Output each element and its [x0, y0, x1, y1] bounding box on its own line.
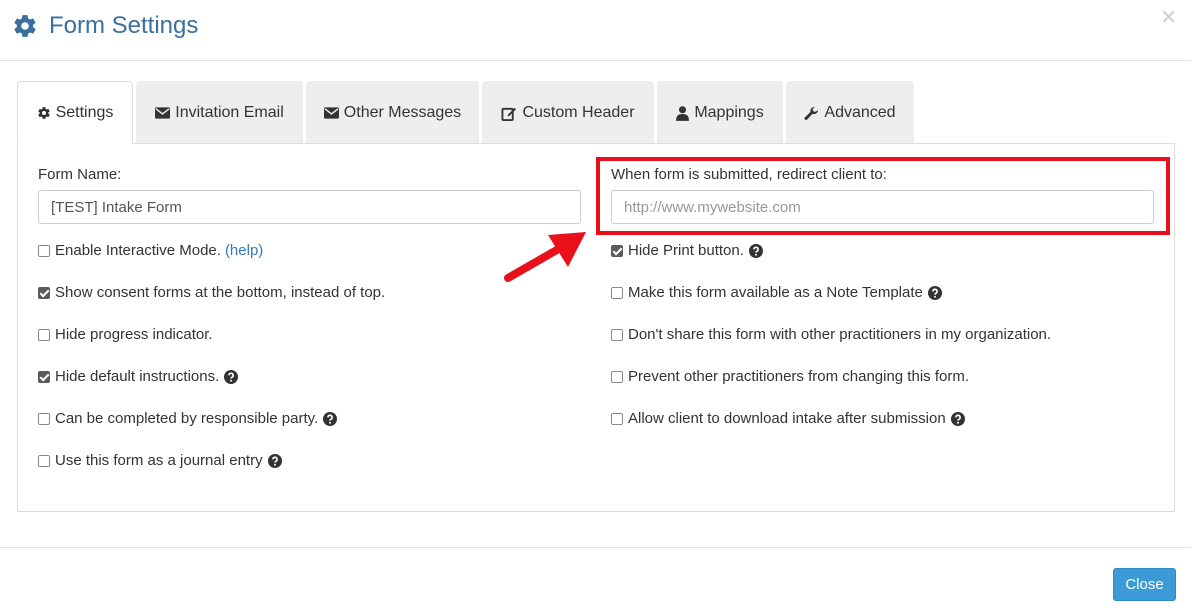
option-responsible-party: Can be completed by responsible party.	[38, 410, 338, 427]
allow-download-checkbox[interactable]	[611, 412, 623, 425]
hide-print-checkbox[interactable]	[611, 244, 623, 257]
tab-label: Custom Header	[522, 104, 635, 121]
option-label: Hide Print button.	[628, 242, 744, 259]
dont-share-checkbox[interactable]	[611, 328, 623, 341]
form-name-input[interactable]	[38, 190, 581, 224]
option-label: Enable Interactive Mode.	[55, 242, 221, 259]
envelope-icon	[323, 107, 339, 119]
user-icon	[676, 105, 690, 121]
redirect-url-input[interactable]	[611, 190, 1154, 224]
gear-icon	[37, 106, 50, 119]
tab-other-messages[interactable]: Other Messages	[306, 81, 479, 144]
option-label: Allow client to download intake after su…	[628, 410, 946, 427]
option-label: Prevent other practitioners from changin…	[628, 368, 969, 385]
question-circle-icon[interactable]	[927, 285, 942, 300]
option-label: Use this form as a journal entry	[55, 452, 263, 469]
tab-advanced[interactable]: Advanced	[786, 81, 914, 144]
option-prevent-changes: Prevent other practitioners from changin…	[611, 368, 969, 385]
option-journal-entry: Use this form as a journal entry	[38, 452, 282, 469]
option-consent-bottom: Show consent forms at the bottom, instea…	[38, 284, 385, 301]
question-circle-icon[interactable]	[267, 453, 282, 468]
gear-icon	[14, 15, 36, 37]
tab-label: Advanced	[824, 104, 896, 121]
note-template-checkbox[interactable]	[611, 286, 623, 299]
consent-bottom-checkbox[interactable]	[38, 286, 50, 299]
option-hide-progress: Hide progress indicator.	[38, 326, 213, 343]
tab-label: Mappings	[694, 104, 764, 121]
hide-progress-checkbox[interactable]	[38, 328, 50, 341]
edit-icon	[501, 107, 517, 121]
option-label: Don't share this form with other practit…	[628, 326, 1052, 343]
modal-header: Form Settings ×	[0, 0, 1191, 61]
option-label: Make this form available as a Note Templ…	[628, 284, 923, 301]
hide-instructions-checkbox[interactable]	[38, 370, 50, 383]
option-dont-share: Don't share this form with other practit…	[611, 326, 1051, 343]
responsible-party-checkbox[interactable]	[38, 412, 50, 425]
journal-entry-checkbox[interactable]	[38, 454, 50, 467]
option-note-template: Make this form available as a Note Templ…	[611, 284, 942, 301]
question-circle-icon[interactable]	[748, 243, 763, 258]
option-interactive-mode: Enable Interactive Mode. (help)	[38, 242, 263, 259]
option-hide-print: Hide Print button.	[611, 242, 763, 259]
modal-title-wrap: Form Settings	[12, 10, 198, 42]
close-icon[interactable]: ×	[1160, 4, 1177, 28]
option-label: Show consent forms at the bottom, instea…	[55, 284, 386, 301]
wrench-icon	[804, 106, 819, 120]
modal-footer	[0, 547, 1191, 616]
tab-label: Other Messages	[343, 104, 462, 121]
tab-mappings[interactable]: Mappings	[657, 81, 783, 144]
modal-title: Form Settings	[49, 12, 199, 39]
option-label: Hide progress indicator.	[55, 326, 213, 343]
close-button[interactable]: Close	[1113, 568, 1176, 601]
tab-settings[interactable]: Settings	[17, 81, 133, 144]
envelope-icon	[155, 107, 171, 119]
option-hide-instructions: Hide default instructions.	[38, 368, 239, 385]
tab-custom-header[interactable]: Custom Header	[482, 81, 654, 144]
tab-label: Invitation Email	[175, 104, 284, 121]
question-circle-icon[interactable]	[323, 411, 338, 426]
tab-invitation-email[interactable]: Invitation Email	[136, 81, 303, 144]
tab-label: Settings	[55, 103, 114, 121]
interactive-mode-checkbox[interactable]	[38, 244, 50, 257]
prevent-changes-checkbox[interactable]	[611, 370, 623, 383]
option-label: Can be completed by responsible party.	[55, 410, 319, 427]
help-link[interactable]: (help)	[225, 242, 263, 259]
question-circle-icon[interactable]	[950, 411, 965, 426]
option-allow-download: Allow client to download intake after su…	[611, 410, 965, 427]
question-circle-icon[interactable]	[224, 369, 239, 384]
option-label: Hide default instructions.	[55, 368, 220, 385]
form-name-label: Form Name:	[38, 166, 122, 183]
redirect-label: When form is submitted, redirect client …	[611, 166, 887, 183]
